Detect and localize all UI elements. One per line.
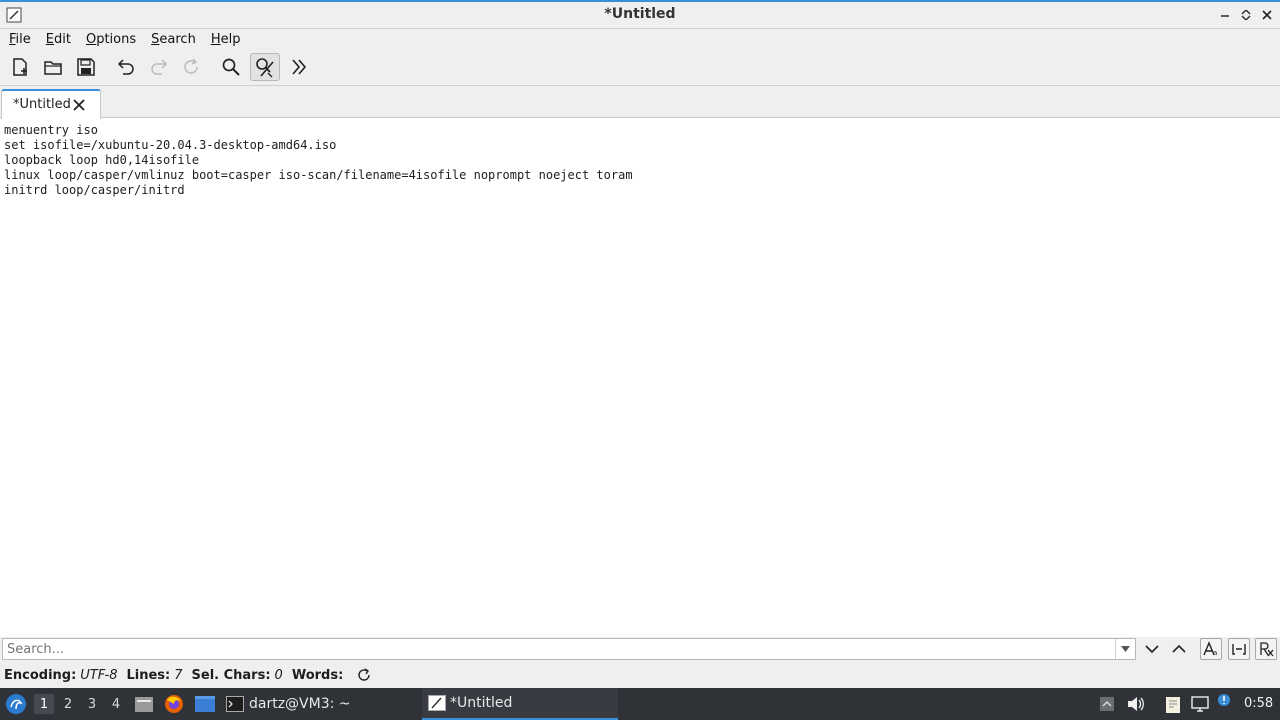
find-replace-button[interactable]	[250, 53, 280, 81]
close-tab-icon[interactable]	[73, 96, 85, 115]
tab-bar: *Untitled	[0, 86, 1280, 119]
taskbar: 1 2 3 4 dartz@VM3: ~ *Untitled 0:58	[0, 688, 1280, 720]
workspace-2[interactable]: 2	[58, 694, 78, 714]
task-label: dartz@VM3: ~	[249, 696, 351, 712]
text-editor-icon	[428, 695, 446, 711]
refresh-word-count-icon[interactable]	[357, 668, 371, 682]
menu-file[interactable]: File	[0, 32, 37, 47]
save-button[interactable]	[71, 53, 101, 81]
maximize-icon[interactable]	[1238, 7, 1254, 23]
lines-value: 7	[174, 667, 183, 683]
sel-chars-value: 0	[274, 667, 283, 683]
terminal-icon	[226, 696, 244, 712]
editor-line: loopback loop hd0,14isofile	[4, 153, 200, 167]
svg-text:a: a	[1213, 649, 1217, 657]
find-icon	[222, 58, 240, 76]
toolbar	[0, 49, 1280, 86]
words-label: Words:	[291, 667, 344, 683]
search-field[interactable]	[2, 638, 1136, 660]
new-document-button[interactable]	[5, 53, 35, 81]
search-input[interactable]	[3, 639, 1115, 659]
find-previous-button[interactable]	[1168, 638, 1190, 660]
text-editor[interactable]: menuentry iso set isofile=/xubuntu-20.04…	[0, 119, 1280, 637]
minimize-icon[interactable]	[1217, 7, 1233, 23]
desktop-launcher-icon[interactable]	[194, 695, 216, 717]
workspace-1[interactable]: 1	[34, 694, 54, 714]
search-history-dropdown[interactable]	[1115, 639, 1135, 659]
editor-line: initrd loop/casper/initrd	[4, 183, 185, 197]
encoding-label: Encoding:	[4, 667, 77, 683]
encoding-value: UTF-8	[80, 667, 118, 683]
reload-icon	[184, 58, 198, 74]
notification-icon[interactable]	[1217, 693, 1235, 709]
reload-button[interactable]	[176, 53, 206, 81]
chevron-up-icon	[1172, 644, 1186, 653]
whole-word-icon	[1232, 644, 1246, 655]
file-manager-launcher-icon[interactable]	[134, 694, 154, 718]
close-window-icon[interactable]	[1259, 7, 1275, 23]
match-case-icon: a	[1203, 641, 1217, 657]
title-bar: *Untitled	[0, 0, 1280, 29]
find-button[interactable]	[216, 53, 246, 81]
regex-toggle[interactable]	[1255, 638, 1277, 660]
find-next-button[interactable]	[1141, 638, 1163, 660]
sel-chars-label: Sel. Chars:	[191, 667, 271, 683]
menu-bar: File Edit Options Search Help	[0, 29, 1280, 49]
whole-word-toggle[interactable]	[1228, 638, 1250, 660]
workspace-4[interactable]: 4	[106, 694, 126, 714]
chevron-down-icon	[1145, 645, 1159, 654]
window-title: *Untitled	[604, 6, 676, 22]
open-button[interactable]	[38, 53, 68, 81]
open-folder-icon	[44, 61, 62, 75]
editor-line: menuentry iso	[4, 123, 98, 137]
save-icon	[77, 58, 95, 76]
undo-button[interactable]	[111, 53, 141, 81]
menu-search[interactable]: Search	[142, 32, 202, 47]
search-bar: a	[0, 637, 1280, 662]
firefox-launcher-icon[interactable]	[164, 694, 184, 718]
new-document-icon	[13, 58, 27, 76]
undo-icon	[117, 59, 134, 75]
lines-label: Lines:	[126, 667, 171, 683]
workspace-3[interactable]: 3	[82, 694, 102, 714]
redo-button[interactable]	[144, 53, 174, 81]
menu-options[interactable]: Options	[77, 32, 142, 47]
editor-line: set isofile=/xubuntu-20.04.3-desktop-amd…	[4, 138, 337, 152]
redo-icon	[151, 59, 168, 75]
network-icon[interactable]	[1191, 696, 1209, 712]
more-tools-button[interactable]	[284, 53, 314, 81]
editor-line: linux loop/casper/vmlinuz boot=casper is…	[4, 168, 633, 182]
task-label: *Untitled	[450, 695, 513, 711]
menu-help[interactable]: Help	[202, 32, 247, 47]
tray-expand-icon[interactable]	[1099, 696, 1117, 712]
tab-untitled[interactable]: *Untitled	[1, 89, 101, 119]
match-case-toggle[interactable]: a	[1200, 638, 1222, 660]
start-menu-icon[interactable]	[5, 693, 27, 715]
clipboard-icon[interactable]	[1164, 696, 1182, 713]
volume-icon[interactable]	[1127, 696, 1145, 712]
tab-label: *Untitled	[13, 97, 71, 112]
regex-icon	[1260, 642, 1274, 657]
menu-edit[interactable]: Edit	[37, 32, 77, 47]
find-replace-icon	[256, 58, 274, 78]
task-untitled[interactable]: *Untitled	[422, 688, 618, 720]
task-terminal[interactable]: dartz@VM3: ~	[226, 688, 416, 720]
clock[interactable]: 0:58	[1244, 696, 1273, 711]
status-bar: Encoding: UTF-8 Lines: 7 Sel. Chars: 0 W…	[0, 662, 1280, 688]
more-icon	[292, 59, 307, 75]
